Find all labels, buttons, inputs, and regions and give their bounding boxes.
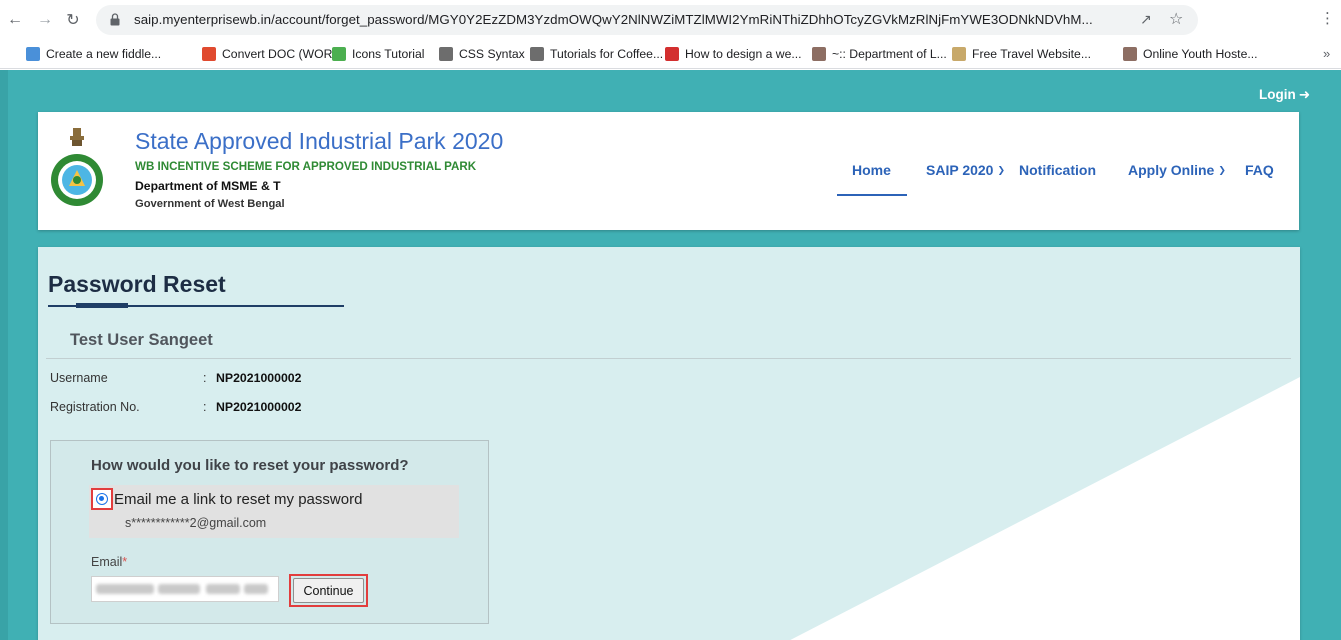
chevron-down-icon: ❯ (997, 165, 1006, 175)
convert-icon (202, 47, 216, 61)
bookmark-label: Online Youth Hoste... (1143, 47, 1258, 61)
site-header: State Approved Industrial Park 2020 WB I… (38, 112, 1299, 230)
nav-home-label: Home (852, 162, 891, 178)
emblem-icon (812, 47, 826, 61)
wb-emblem-logo (51, 128, 103, 206)
lock-icon (110, 13, 120, 26)
required-mark: * (122, 555, 128, 569)
css-icon (439, 47, 453, 61)
bookmark-item[interactable]: Tutorials for Coffee... (530, 47, 663, 61)
department-name: Department of MSME & T (135, 179, 281, 193)
design-icon (665, 47, 679, 61)
password-reset-panel: Password Reset Test User Sangeet Usernam… (38, 247, 1300, 640)
address-bar[interactable]: saip.myenterprisewb.in/account/forget_pa… (96, 5, 1198, 35)
back-icon[interactable]: ← (4, 9, 26, 31)
left-strip (0, 70, 8, 640)
bookmark-item[interactable]: ~:: Department of L... (812, 47, 947, 61)
browser-toolbar: ← → ↻ saip.myenterprisewb.in/account/for… (0, 0, 1341, 40)
bookmark-label: How to design a we... (685, 47, 802, 61)
username-value: NP2021000002 (216, 371, 302, 385)
continue-button[interactable]: Continue (293, 578, 364, 603)
blurred-text (244, 584, 268, 594)
email-label: Email* (91, 555, 127, 569)
user-name: Test User Sangeet (70, 331, 213, 349)
site-title: State Approved Industrial Park 2020 (135, 128, 504, 154)
colon: : (203, 400, 207, 414)
travel-icon (952, 47, 966, 61)
bookmark-item[interactable]: Online Youth Hoste... (1123, 47, 1258, 61)
nav-home[interactable]: Home (852, 162, 891, 178)
email-label-text: Email (91, 555, 123, 569)
registration-value: NP2021000002 (216, 400, 302, 414)
chevron-down-icon: ❯ (1218, 165, 1226, 175)
email-input[interactable] (91, 576, 279, 602)
blurred-text (158, 584, 200, 594)
bookmark-star-icon[interactable]: ☆ (1169, 9, 1183, 29)
masked-email: s************2@gmail.com (125, 516, 267, 530)
nav-notification[interactable]: Notification (1019, 162, 1096, 178)
bookmark-item[interactable]: Create a new fiddle... (26, 47, 161, 61)
bookmark-item[interactable]: Icons Tutorial (332, 47, 424, 61)
radio-highlight (91, 488, 113, 510)
login-link[interactable]: Login ➜ (1259, 87, 1310, 103)
share-icon[interactable]: ↗ (1140, 11, 1152, 28)
bookmark-item[interactable]: How to design a we... (665, 47, 802, 61)
registration-label: Registration No. (50, 400, 140, 414)
email-option-label[interactable]: Email me a link to reset my password (114, 491, 362, 508)
bookmark-label: CSS Syntax (459, 47, 525, 61)
bookmark-label: Create a new fiddle... (46, 47, 162, 61)
emblem-icon (1123, 47, 1137, 61)
forward-icon[interactable]: → (34, 9, 56, 31)
login-label: Login (1259, 87, 1296, 102)
bookmark-label: ~:: Department of L... (832, 47, 947, 61)
government-name: Government of West Bengal (135, 198, 285, 210)
blurred-text (206, 584, 240, 594)
nav-active-indicator (837, 194, 907, 196)
reload-icon[interactable]: ↻ (62, 9, 84, 31)
page-background: Login ➜ State Approved Industrial Park 20… (0, 70, 1341, 640)
nav-saip-label: SAIP 2020 (926, 162, 994, 178)
nav-apply-label: Apply Online (1128, 162, 1215, 178)
reset-question: How would you like to reset your passwor… (91, 457, 409, 474)
nav-notification-label: Notification (1019, 162, 1096, 178)
title-underline-accent (76, 303, 128, 308)
bookmark-label: Tutorials for Coffee... (550, 47, 664, 61)
more-bookmarks-icon[interactable]: » (1323, 46, 1330, 61)
radio-selected-dot (99, 496, 104, 501)
bookmark-label: Convert DOC (WOR... (222, 47, 343, 61)
w3schools-icon (332, 47, 346, 61)
nav-faq-label: FAQ (1245, 162, 1274, 178)
bookmarks-bar: Create a new fiddle... Convert DOC (WOR..… (0, 40, 1341, 69)
jsfiddle-icon (26, 47, 40, 61)
divider (46, 358, 1291, 359)
bookmark-item[interactable]: Convert DOC (WOR... (202, 47, 343, 61)
bookmark-label: Icons Tutorial (352, 47, 425, 61)
bookmark-label: Free Travel Website... (972, 47, 1091, 61)
username-label: Username (50, 371, 108, 385)
page-title: Password Reset (48, 271, 226, 297)
bookmark-item[interactable]: CSS Syntax (439, 47, 525, 61)
url-text: saip.myenterprisewb.in/account/forget_pa… (134, 12, 1093, 27)
reset-options-box: How would you like to reset your passwor… (50, 440, 489, 624)
colon: : (203, 371, 207, 385)
browser-menu-icon[interactable]: ⋮ (1320, 9, 1335, 27)
continue-highlight: Continue (289, 574, 368, 607)
bookmark-item[interactable]: Free Travel Website... (952, 47, 1091, 61)
login-arrow-icon: ➜ (1298, 87, 1311, 102)
tutorials-icon (530, 47, 544, 61)
site-subtitle: WB INCENTIVE SCHEME FOR APPROVED INDUSTR… (135, 160, 477, 173)
nav-faq[interactable]: FAQ (1245, 162, 1274, 178)
nav-apply-online[interactable]: Apply Online ❯ (1128, 162, 1226, 178)
email-reset-radio[interactable] (96, 493, 108, 505)
nav-saip-2020[interactable]: SAIP 2020 ❯ (926, 162, 1005, 178)
blurred-text (96, 584, 154, 594)
